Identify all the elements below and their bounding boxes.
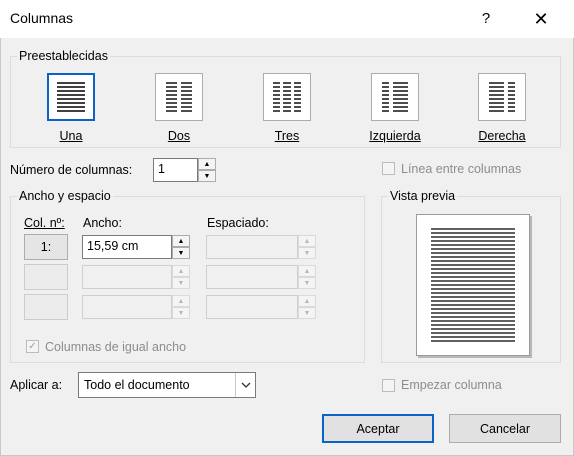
cancel-button[interactable]: Cancelar <box>449 414 561 443</box>
spin-up-icon[interactable]: ▲ <box>298 295 316 307</box>
preset-three-label: Tres <box>274 129 300 143</box>
preset-left-button[interactable] <box>371 73 419 121</box>
preset-one-label: Una <box>59 129 83 143</box>
width-input[interactable] <box>82 295 172 319</box>
checkmark-icon: ✓ <box>28 341 37 352</box>
spin-up-icon[interactable]: ▲ <box>172 295 190 307</box>
col-row-button[interactable]: 1: <box>24 234 68 260</box>
col-row-button[interactable] <box>24 294 68 320</box>
preset-left-label: Izquierda <box>369 129 421 143</box>
width-input[interactable]: 15,59 cm <box>82 235 172 259</box>
preset-two-label: Dos <box>167 129 191 143</box>
spin-up-icon[interactable]: ▲ <box>298 265 316 277</box>
dialog-title: Columnas <box>10 10 74 26</box>
line-between-checkbox[interactable] <box>382 162 395 175</box>
preview-group-label: Vista previa <box>388 189 458 203</box>
presets-group-label: Preestablecidas <box>17 49 110 63</box>
equal-width-checkbox[interactable]: ✓ <box>26 340 39 353</box>
preview-page <box>416 214 530 356</box>
preset-two-button[interactable] <box>155 73 203 121</box>
ok-button[interactable]: Aceptar <box>322 414 434 443</box>
apply-to-select[interactable]: Todo el documento <box>78 372 256 398</box>
width-spinner[interactable]: ▲ ▼ <box>172 295 190 319</box>
col-row-button[interactable] <box>24 264 68 290</box>
preset-three-button[interactable] <box>263 73 311 121</box>
two-columns-icon <box>166 82 192 112</box>
apply-to-label: Aplicar a: <box>10 378 63 392</box>
spin-down-icon[interactable]: ▼ <box>198 170 216 182</box>
line-between-label: Línea entre columnas <box>401 162 522 176</box>
preset-right-button[interactable] <box>478 73 526 121</box>
spacing-input[interactable] <box>206 295 298 319</box>
num-columns-spinner[interactable]: ▲ ▼ <box>198 158 216 182</box>
spin-up-icon[interactable]: ▲ <box>172 265 190 277</box>
width-header: Ancho: <box>83 216 122 230</box>
title-bar: Columnas ? ✕ <box>0 0 574 38</box>
col-number-header: Col. nº: <box>24 216 65 230</box>
close-button[interactable]: ✕ <box>526 6 556 32</box>
spin-down-icon[interactable]: ▼ <box>172 277 190 289</box>
spin-down-icon[interactable]: ▼ <box>298 277 316 289</box>
spacing-spinner[interactable]: ▲ ▼ <box>298 265 316 289</box>
num-columns-input[interactable]: 1 <box>153 158 198 182</box>
num-columns-label: Número de columnas: <box>10 163 133 177</box>
width-spinner[interactable]: ▲ ▼ <box>172 235 190 259</box>
one-column-icon <box>57 82 85 112</box>
preview-text-lines <box>431 228 515 342</box>
equal-width-label: Columnas de igual ancho <box>45 340 187 354</box>
start-column-checkbox[interactable] <box>382 379 395 392</box>
spin-up-icon[interactable]: ▲ <box>298 235 316 247</box>
preset-one-button[interactable] <box>47 73 95 121</box>
spin-up-icon[interactable]: ▲ <box>198 158 216 170</box>
width-input[interactable] <box>82 265 172 289</box>
spacing-header: Espaciado: <box>207 216 269 230</box>
width-spinner[interactable]: ▲ ▼ <box>172 265 190 289</box>
width-spacing-group-label: Ancho y espacio <box>17 189 113 203</box>
start-column-label: Empezar columna <box>401 378 502 392</box>
spin-down-icon[interactable]: ▼ <box>298 247 316 259</box>
spin-up-icon[interactable]: ▲ <box>172 235 190 247</box>
spacing-spinner[interactable]: ▲ ▼ <box>298 295 316 319</box>
spacing-input[interactable] <box>206 235 298 259</box>
preset-right-label: Derecha <box>478 129 526 143</box>
apply-to-value: Todo el documento <box>84 378 190 392</box>
spacing-input[interactable] <box>206 265 298 289</box>
close-icon: ✕ <box>533 9 549 29</box>
spacing-spinner[interactable]: ▲ ▼ <box>298 235 316 259</box>
spin-down-icon[interactable]: ▼ <box>298 307 316 319</box>
help-button[interactable]: ? <box>474 6 498 32</box>
chevron-down-icon[interactable] <box>235 373 255 397</box>
right-column-icon <box>489 82 515 112</box>
spin-down-icon[interactable]: ▼ <box>172 247 190 259</box>
left-column-icon <box>382 82 408 112</box>
three-columns-icon <box>273 82 301 112</box>
spin-down-icon[interactable]: ▼ <box>172 307 190 319</box>
